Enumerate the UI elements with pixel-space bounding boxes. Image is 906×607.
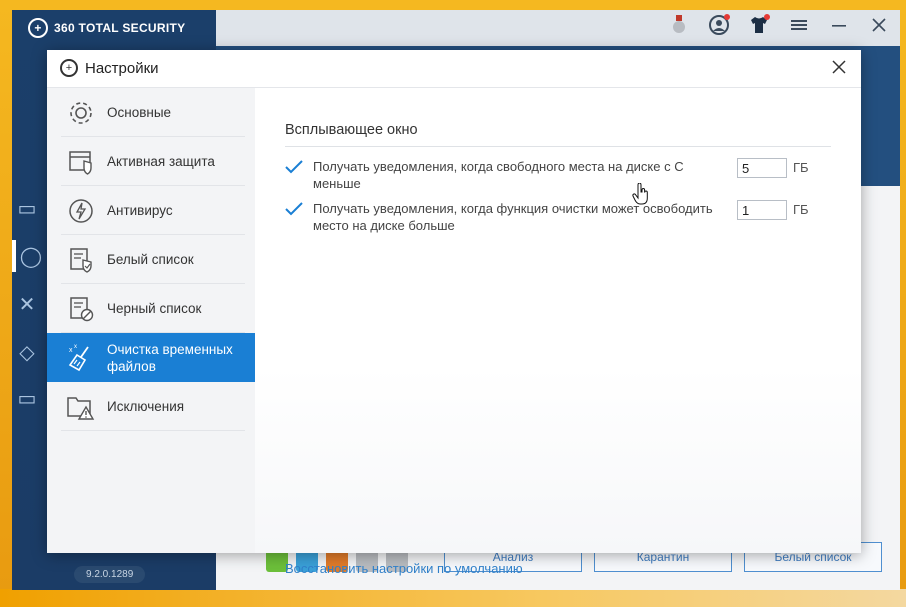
brand-name: 360 TOTAL SECURITY [54, 21, 186, 35]
folder-warning-icon [65, 391, 97, 423]
section-title: Всплывающее окно [285, 122, 418, 138]
close-icon [832, 60, 846, 74]
option-label: Получать уведомления, когда функция очис… [313, 201, 713, 233]
settings-content: Всплывающее окно Получать уведомления, к… [255, 88, 861, 576]
app-brand: + 360 TOTAL SECURITY [28, 18, 185, 38]
shield-window-icon [65, 146, 97, 178]
skin-shirt-icon[interactable] [748, 14, 770, 36]
sidebar-stub-icon[interactable]: ✕ [12, 288, 42, 320]
nav-label: Черный список [107, 301, 202, 316]
settings-dialog: + Настройки Основные Активная защита Ант… [47, 50, 861, 576]
broom-icon: xx [65, 342, 97, 374]
restore-defaults-link[interactable]: Восстановить настройки по умолчанию [285, 561, 523, 576]
medal-icon[interactable] [668, 14, 690, 36]
close-app-icon[interactable] [868, 14, 890, 36]
brand-logo-icon: + [28, 18, 48, 38]
checkmark-icon [285, 202, 303, 216]
nav-label: Исключения [107, 399, 185, 414]
sidebar-stub-icon[interactable]: ▭ [12, 382, 42, 414]
menu-icon[interactable] [788, 14, 810, 36]
version-badge: 9.2.0.1289 [74, 566, 146, 583]
nav-item-whitelist[interactable]: Белый список [47, 235, 255, 284]
app-titlebar [216, 10, 900, 46]
svg-text:x: x [69, 347, 73, 354]
unit-label: ГБ [793, 160, 809, 175]
cleanup-threshold-input[interactable] [737, 200, 787, 220]
hand-cursor-icon [632, 183, 648, 205]
minimize-icon[interactable] [828, 14, 850, 36]
nav-item-blacklist[interactable]: Черный список [47, 284, 255, 333]
nav-item-exclusions[interactable]: Исключения [47, 382, 255, 431]
dialog-title: Настройки [85, 59, 159, 77]
sidebar-stub-active-icon[interactable]: ◯ [12, 240, 46, 272]
sidebar-stub-icon[interactable]: ▭ [12, 192, 42, 224]
nav-label: Очистка временных файлов [107, 341, 233, 374]
nav-label: Белый список [107, 252, 194, 267]
svg-text:x: x [74, 344, 77, 350]
nav-item-active-protection[interactable]: Активная защита [47, 137, 255, 186]
checkmark-icon [285, 160, 303, 174]
nav-item-temp-cleanup[interactable]: xx Очистка временных файлов [47, 333, 255, 382]
close-dialog-button[interactable] [829, 58, 849, 78]
settings-nav: Основные Активная защита Антивирус Белый… [47, 88, 255, 553]
dialog-header: + Настройки [47, 50, 861, 88]
section-divider [285, 146, 831, 147]
checkbox-cleanup-size[interactable] [285, 202, 303, 216]
nav-item-general[interactable]: Основные [47, 88, 255, 137]
low-disk-threshold-input[interactable] [737, 158, 787, 178]
option-label: Получать уведомления, когда свободного м… [313, 159, 684, 191]
blacklist-icon [65, 293, 97, 325]
nav-label: Основные [107, 105, 172, 120]
sidebar-stub-icon[interactable]: ◇ [12, 336, 42, 368]
nav-label: Активная защита [107, 154, 215, 169]
nav-item-antivirus[interactable]: Антивирус [47, 186, 255, 235]
gear-icon [65, 97, 97, 129]
whitelist-icon [65, 244, 97, 276]
taskbar-strip [0, 589, 906, 607]
app-logo-icon: + [60, 59, 78, 77]
unit-label: ГБ [793, 202, 809, 217]
nav-label: Антивирус [107, 203, 173, 218]
account-icon[interactable] [708, 14, 730, 36]
lightning-icon [65, 195, 97, 227]
checkbox-low-disk-space[interactable] [285, 160, 303, 174]
